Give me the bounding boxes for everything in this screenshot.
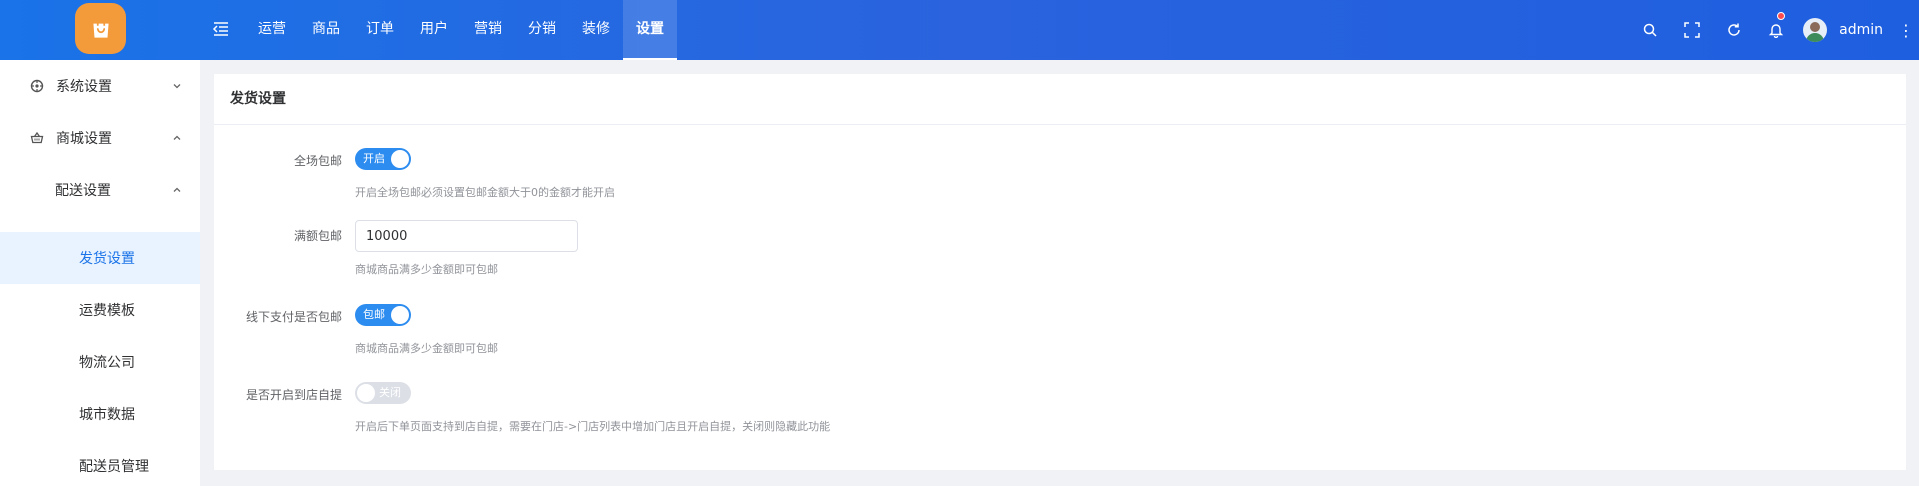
top-nav: 运营 商品 订单 用户 营销 分销 装修 设置 bbox=[245, 0, 677, 60]
nav-products[interactable]: 商品 bbox=[299, 0, 353, 60]
more-vertical-icon[interactable]: ⋮ bbox=[1893, 0, 1919, 60]
sidebar-item-label: 配送员管理 bbox=[79, 459, 149, 475]
basket-icon bbox=[30, 131, 44, 144]
menu-collapse-icon[interactable] bbox=[212, 20, 230, 38]
field-label: 线下支付是否包邮 bbox=[245, 310, 342, 324]
sidebar-item-shipping-settings[interactable]: 发货设置 bbox=[0, 232, 200, 284]
refresh-icon[interactable] bbox=[1713, 0, 1755, 60]
switch-text: 关闭 bbox=[379, 386, 401, 399]
field-hint: 开启全场包邮必须设置包邮金额大于0的金额才能开启 bbox=[355, 186, 615, 199]
nav-decoration[interactable]: 装修 bbox=[569, 0, 623, 60]
notification-bell-icon[interactable] bbox=[1755, 0, 1797, 60]
free-shipping-amount-input[interactable] bbox=[355, 220, 578, 252]
header-tools: admin ⋮ bbox=[1629, 0, 1919, 60]
sidebar-item-label: 城市数据 bbox=[79, 407, 135, 423]
nav-marketing[interactable]: 营销 bbox=[461, 0, 515, 60]
switch-knob bbox=[391, 150, 409, 168]
nav-orders[interactable]: 订单 bbox=[353, 0, 407, 60]
chevron-up-icon bbox=[173, 187, 181, 192]
dashboard-icon bbox=[30, 79, 44, 93]
field-hint: 开启后下单页面支持到店自提，需要在门店->门店列表中增加门店且开启自提，关闭则隐… bbox=[355, 420, 831, 433]
chevron-down-icon bbox=[173, 84, 181, 89]
sidebar-item-delivery-settings[interactable]: 配送设置 bbox=[0, 164, 200, 216]
offline-pay-free-shipping-switch[interactable]: 包邮 bbox=[355, 304, 411, 326]
switch-knob bbox=[391, 306, 409, 324]
top-bar: 运营 商品 订单 用户 营销 分销 装修 设置 admin ⋮ bbox=[0, 0, 1919, 60]
logo-area bbox=[0, 0, 200, 60]
logo[interactable] bbox=[75, 3, 126, 54]
sidebar-item-label: 商城设置 bbox=[56, 131, 112, 147]
field-label: 全场包邮 bbox=[293, 154, 342, 168]
settings-card: 发货设置 全场包邮 开启 开启全场包邮必须设置包邮金额大于0的金额才能开启 满额… bbox=[214, 74, 1906, 470]
sidebar-item-courier-management[interactable]: 配送员管理 bbox=[0, 440, 200, 486]
sidebar-item-freight-template[interactable]: 运费模板 bbox=[0, 284, 200, 336]
sidebar-item-logistics-company[interactable]: 物流公司 bbox=[0, 336, 200, 388]
nav-distribution[interactable]: 分销 bbox=[515, 0, 569, 60]
nav-settings[interactable]: 设置 bbox=[623, 0, 677, 60]
free-shipping-all-switch[interactable]: 开启 bbox=[355, 148, 411, 170]
user-menu[interactable]: admin bbox=[1797, 0, 1893, 60]
chevron-up-icon bbox=[173, 135, 181, 140]
sidebar-item-label: 发货设置 bbox=[79, 251, 135, 267]
fullscreen-icon[interactable] bbox=[1671, 0, 1713, 60]
sidebar: 系统设置 商城设置 配送设置 发货设置 运费模板 物流公司 城市数据 配送员管理 bbox=[0, 60, 200, 486]
field-hint: 商城商品满多少金额即可包邮 bbox=[355, 263, 498, 276]
sidebar-item-label: 运费模板 bbox=[79, 303, 135, 319]
user-name: admin bbox=[1839, 22, 1883, 38]
page-title: 发货设置 bbox=[214, 74, 1906, 125]
store-pickup-switch[interactable]: 关闭 bbox=[355, 382, 411, 404]
nav-users[interactable]: 用户 bbox=[407, 0, 461, 60]
notification-dot bbox=[1777, 12, 1786, 20]
nav-operations[interactable]: 运营 bbox=[245, 0, 299, 60]
field-hint: 商城商品满多少金额即可包邮 bbox=[355, 342, 498, 355]
field-label: 满额包邮 bbox=[293, 229, 342, 243]
sidebar-item-system-settings[interactable]: 系统设置 bbox=[0, 60, 200, 112]
switch-knob bbox=[357, 384, 375, 402]
sidebar-item-mall-settings[interactable]: 商城设置 bbox=[0, 112, 200, 164]
avatar bbox=[1803, 18, 1828, 42]
sidebar-item-city-data[interactable]: 城市数据 bbox=[0, 388, 200, 440]
sidebar-item-label: 配送设置 bbox=[55, 183, 111, 199]
field-label: 是否开启到店自提 bbox=[245, 388, 342, 402]
shopping-bag-icon bbox=[92, 17, 109, 38]
sidebar-item-label: 物流公司 bbox=[79, 355, 135, 371]
switch-text: 包邮 bbox=[363, 308, 385, 321]
sidebar-item-label: 系统设置 bbox=[56, 79, 112, 95]
switch-text: 开启 bbox=[363, 152, 385, 165]
search-icon[interactable] bbox=[1629, 0, 1671, 60]
